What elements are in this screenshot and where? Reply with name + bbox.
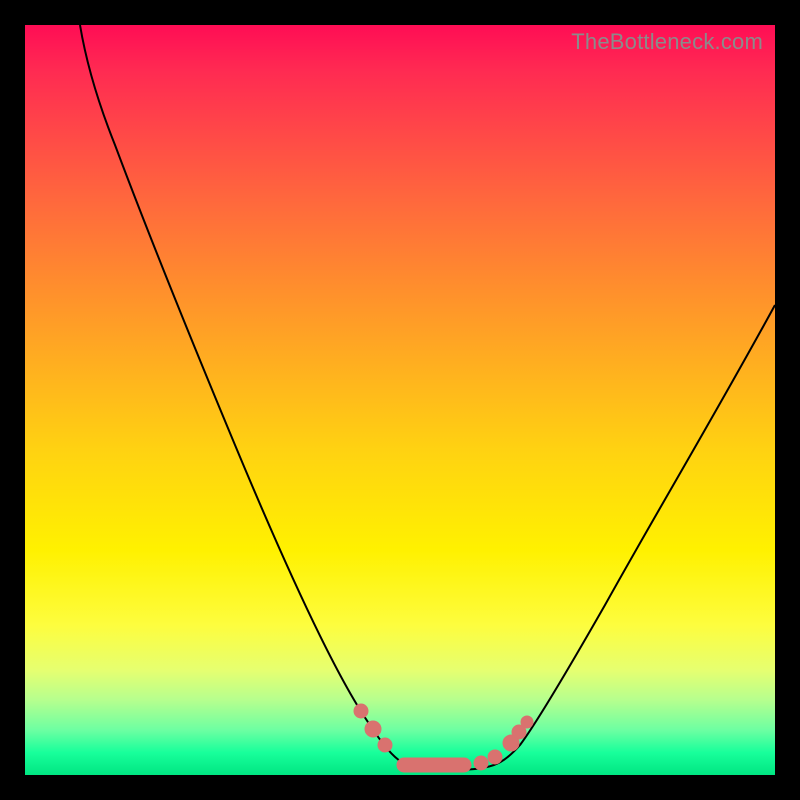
curve-path: [80, 25, 775, 770]
plot-area: TheBottleneck.com: [25, 25, 775, 775]
curve-highlight-dots: [354, 704, 533, 772]
chart-frame: TheBottleneck.com: [0, 0, 800, 800]
bottleneck-curve: [25, 25, 775, 775]
